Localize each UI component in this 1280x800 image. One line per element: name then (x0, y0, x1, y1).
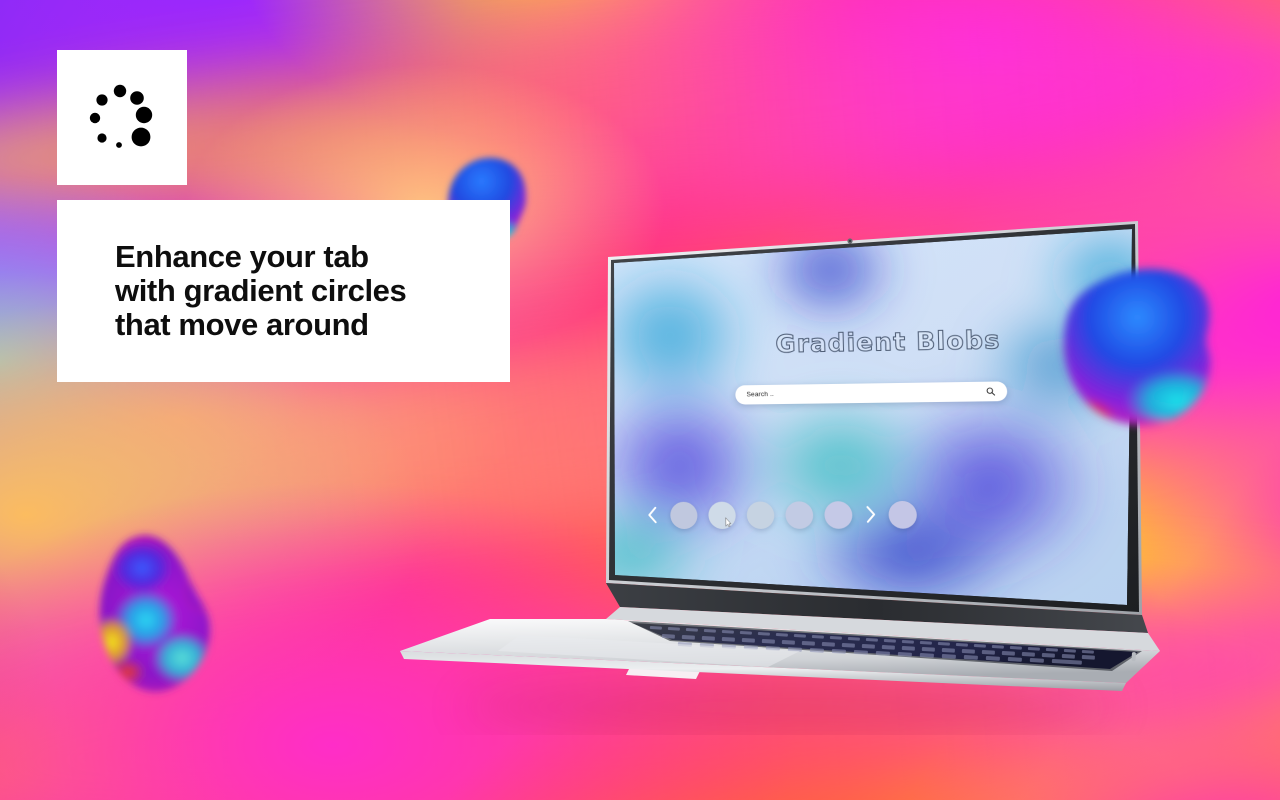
headline-card: Enhance your tab with gradient circles t… (57, 200, 510, 382)
headline-line-1: Enhance your tab (115, 239, 369, 274)
dot-spinner-icon (89, 84, 153, 148)
decor-blob-right (1052, 258, 1242, 444)
headline-line-3: that move around (115, 307, 369, 342)
poster-canvas: Gradient Blobs Search .. (0, 0, 1280, 800)
decor-blob-bottom-left (84, 530, 236, 698)
headline-line-2: with gradient circles (115, 273, 407, 308)
logo-card (57, 50, 187, 185)
headline-text: Enhance your tab with gradient circles t… (115, 240, 500, 342)
